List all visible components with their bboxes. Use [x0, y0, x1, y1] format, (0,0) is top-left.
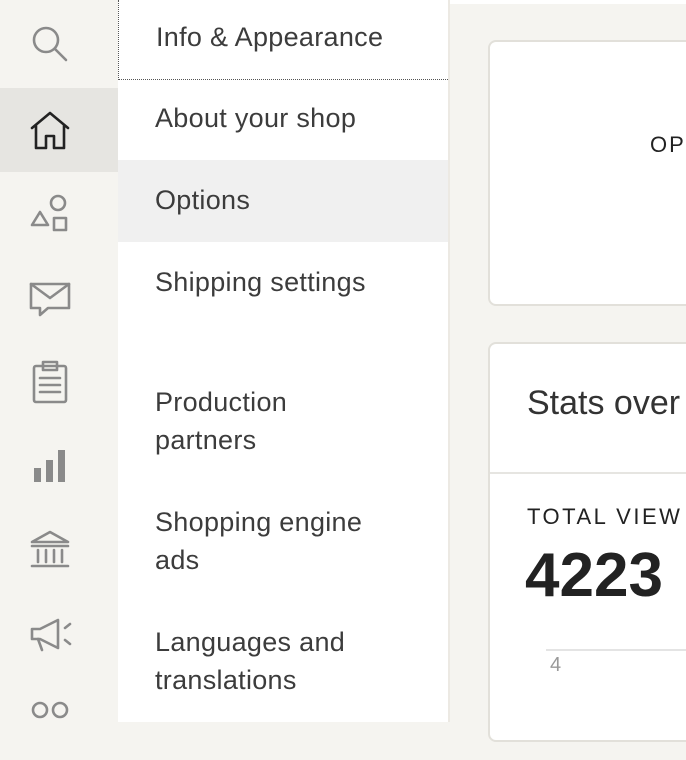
menu-item-label: Shipping settings: [155, 267, 366, 297]
card-heading: OP: [650, 132, 686, 157]
icon-rail: [0, 0, 118, 722]
shapes-icon: [30, 194, 68, 232]
message-icon: [29, 282, 71, 317]
menu-item-shipping-settings[interactable]: Shipping settings: [118, 242, 448, 324]
menu-item-languages-translations[interactable]: Languages and translations: [118, 564, 448, 695]
main-content: OP Stats over TOTAL VIEW 4223 4: [448, 0, 686, 742]
rail-home[interactable]: [0, 88, 118, 172]
menu-item-options[interactable]: Options: [118, 160, 448, 242]
rail-stats[interactable]: [0, 424, 118, 508]
total-views-value: 4223: [525, 541, 663, 610]
menu-item-label: Languages and translations: [155, 627, 346, 695]
menu-item-label: Options: [155, 185, 251, 215]
total-views-label: TOTAL VIEW: [527, 504, 683, 529]
chart-axis-tick: 4: [550, 654, 562, 676]
stats-icon: [34, 450, 65, 482]
top-card: OP: [488, 40, 686, 306]
rail-search[interactable]: [0, 2, 118, 86]
chart-gridline: [546, 649, 686, 651]
finances-icon: [30, 530, 70, 568]
menu-item-label: About your shop: [155, 103, 357, 133]
menu-item-info-appearance[interactable]: Info & Appearance: [118, 0, 448, 80]
megaphone-icon: [30, 618, 72, 652]
community-icon: [31, 701, 69, 719]
rail-orders[interactable]: [0, 340, 118, 424]
home-icon: [30, 111, 70, 150]
rail-listings[interactable]: [0, 172, 118, 256]
rail-finances[interactable]: [0, 508, 118, 592]
menu-item-shopping-engine-ads[interactable]: Shopping engine ads: [118, 444, 448, 575]
clipboard-icon: [32, 360, 68, 404]
rail-marketing[interactable]: [0, 592, 118, 676]
menu-item-production-partners[interactable]: Production partners: [118, 324, 448, 455]
top-bar-edge: [450, 0, 686, 4]
rail-community[interactable]: [0, 676, 118, 760]
rail-messages[interactable]: [0, 256, 118, 340]
menu-item-about-shop[interactable]: About your shop: [118, 80, 448, 160]
search-icon: [32, 26, 68, 62]
menu-item-label: Info & Appearance: [156, 22, 384, 52]
stats-card: Stats over TOTAL VIEW 4223 4: [488, 342, 686, 742]
stats-title: Stats over: [527, 384, 681, 422]
divider: [490, 472, 686, 474]
settings-menu: Info & Appearance About your shop Option…: [118, 0, 448, 722]
